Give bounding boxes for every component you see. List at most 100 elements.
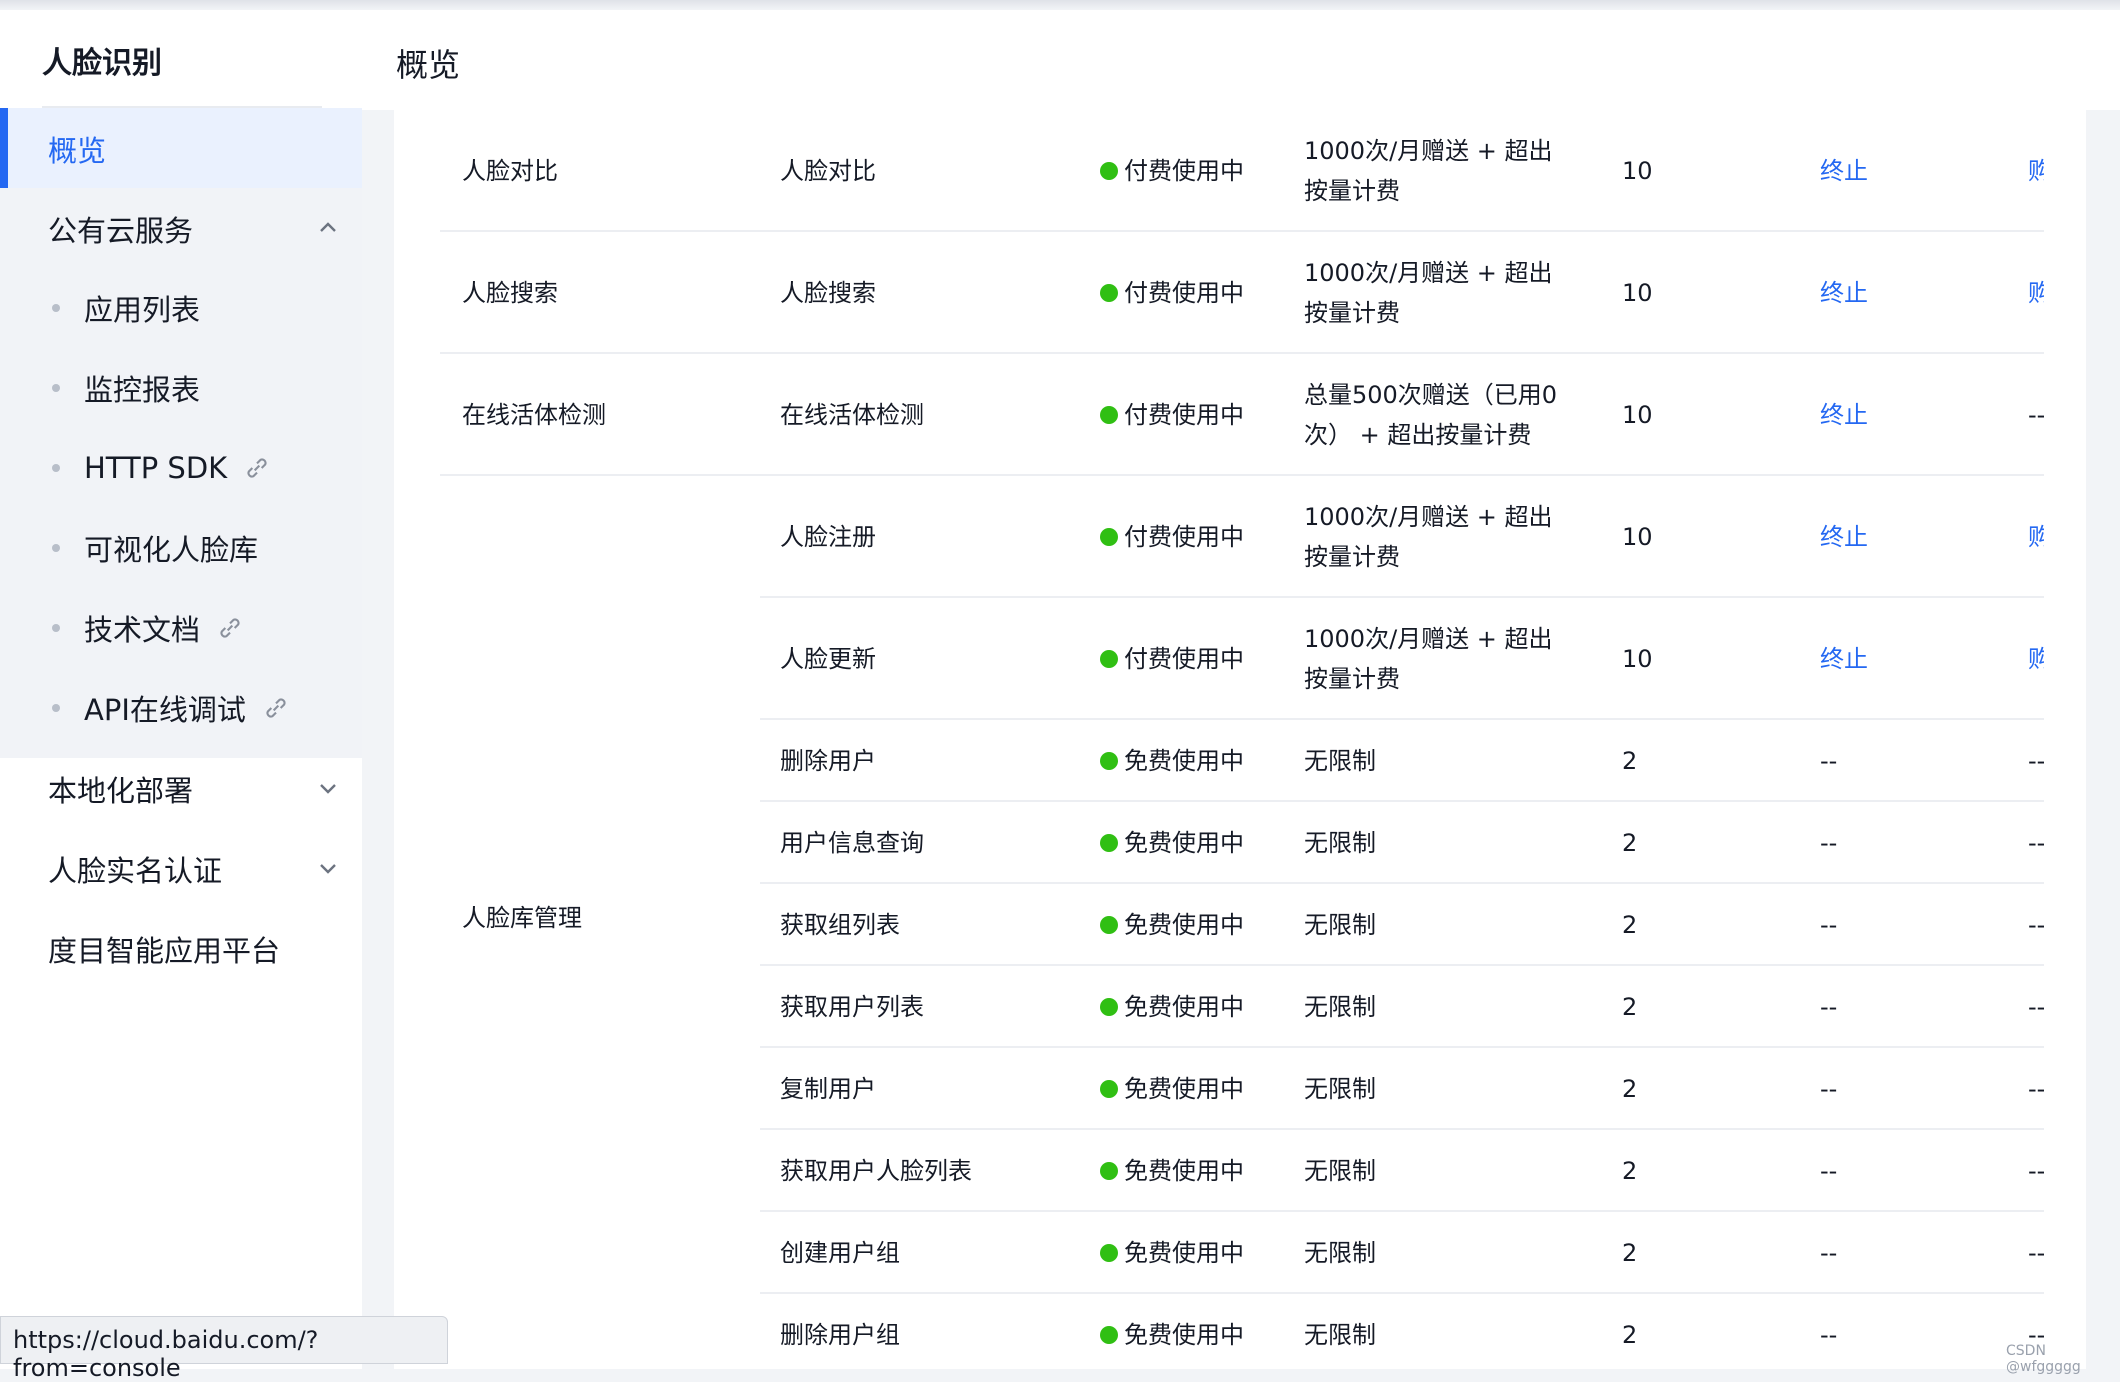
status-badge: 免费使用中 bbox=[1100, 741, 1244, 781]
sidebar-item-overview[interactable]: 概览 bbox=[0, 108, 362, 188]
status-text: 免费使用中 bbox=[1124, 1157, 1244, 1185]
purchase-link[interactable]: 购 bbox=[2028, 639, 2044, 679]
bullet-icon bbox=[52, 304, 60, 312]
status-badge: 付费使用中 bbox=[1100, 395, 1244, 435]
sidebar-item-http-sdk[interactable]: HTTP SDK bbox=[52, 448, 271, 488]
status-dot-icon bbox=[1100, 1326, 1118, 1344]
sidebar-item-label: HTTP SDK bbox=[84, 451, 228, 485]
terminate-link[interactable]: 终止 bbox=[1820, 639, 1868, 679]
cell-category-group: 人脸库管理 bbox=[462, 904, 582, 932]
status-dot-icon bbox=[1100, 162, 1118, 180]
table-row: 删除用户 免费使用中 无限制 2 -- -- bbox=[440, 720, 2044, 802]
status-text: 付费使用中 bbox=[1124, 645, 1244, 673]
cell-action: -- bbox=[1820, 1239, 1838, 1267]
terminate-link[interactable]: 终止 bbox=[1820, 151, 1868, 191]
table-row: 人脸注册 付费使用中 1000次/月赠送 + 超出按量计费 10 终止 购 bbox=[440, 476, 2044, 598]
status-text: 免费使用中 bbox=[1124, 747, 1244, 775]
terminate-link[interactable]: 终止 bbox=[1820, 273, 1868, 313]
table-row: 复制用户 免费使用中 无限制 2 -- -- bbox=[440, 1048, 2044, 1130]
chevron-down-icon[interactable] bbox=[318, 858, 338, 878]
cell-action: -- bbox=[1820, 747, 1838, 775]
sidebar-item-app-list[interactable]: 应用列表 bbox=[52, 288, 200, 328]
cell-action: -- bbox=[1820, 911, 1838, 939]
status-dot-icon bbox=[1100, 752, 1118, 770]
cell-qps: 2 bbox=[1622, 1321, 1638, 1349]
cell-qps: 10 bbox=[1622, 157, 1653, 185]
sidebar-item-visual-face-lib[interactable]: 可视化人脸库 bbox=[52, 528, 258, 568]
status-badge: 免费使用中 bbox=[1100, 987, 1244, 1027]
status-dot-icon bbox=[1100, 1080, 1118, 1098]
sidebar-item-local-deploy[interactable]: 本地化部署 bbox=[48, 768, 193, 810]
cell-quota: 1000次/月赠送 + 超出按量计费 bbox=[1304, 625, 1553, 693]
sidebar-item-monitor-report[interactable]: 监控报表 bbox=[52, 368, 200, 408]
cell-api-name: 用户信息查询 bbox=[780, 829, 924, 857]
cell-action: -- bbox=[1820, 829, 1838, 857]
status-badge: 付费使用中 bbox=[1100, 151, 1244, 191]
status-text: 免费使用中 bbox=[1124, 993, 1244, 1021]
status-text: 付费使用中 bbox=[1124, 523, 1244, 551]
cell-qps: 10 bbox=[1622, 279, 1653, 307]
cell-category: 在线活体检测 bbox=[462, 401, 606, 429]
bullet-icon bbox=[52, 544, 60, 552]
active-indicator bbox=[0, 108, 8, 188]
bullet-icon bbox=[52, 624, 60, 632]
sidebar-item-realname-auth[interactable]: 人脸实名认证 bbox=[48, 848, 222, 890]
chevron-down-icon[interactable] bbox=[318, 778, 338, 798]
status-badge: 免费使用中 bbox=[1100, 1151, 1244, 1191]
status-dot-icon bbox=[1100, 406, 1118, 424]
status-text: 免费使用中 bbox=[1124, 829, 1244, 857]
status-text: 免费使用中 bbox=[1124, 1239, 1244, 1267]
sidebar-item-label: 概览 bbox=[48, 134, 107, 168]
sidebar-item-label: 技术文档 bbox=[84, 613, 201, 647]
sidebar-item-label: API在线调试 bbox=[84, 693, 246, 727]
cell-qps: 2 bbox=[1622, 1239, 1638, 1267]
status-dot-icon bbox=[1100, 650, 1118, 668]
cell-quota: 1000次/月赠送 + 超出按量计费 bbox=[1304, 259, 1553, 327]
cell-category: 人脸搜索 bbox=[462, 279, 558, 307]
terminate-link[interactable]: 终止 bbox=[1820, 395, 1868, 435]
cell-api-name: 复制用户 bbox=[780, 1075, 876, 1103]
cell-purchase: -- bbox=[2028, 747, 2044, 775]
cell-quota: 无限制 bbox=[1304, 911, 1376, 939]
status-badge: 免费使用中 bbox=[1100, 1233, 1244, 1273]
sidebar-title: 人脸识别 bbox=[42, 46, 162, 81]
cell-purchase: -- bbox=[2028, 993, 2044, 1021]
cell-quota: 1000次/月赠送 + 超出按量计费 bbox=[1304, 503, 1553, 571]
cell-api-name: 人脸搜索 bbox=[780, 279, 876, 307]
table-row: 人脸更新 付费使用中 1000次/月赠送 + 超出按量计费 10 终止 购 bbox=[440, 598, 2044, 720]
table-row: 用户信息查询 免费使用中 无限制 2 -- -- bbox=[440, 802, 2044, 884]
sidebar-item-tech-docs[interactable]: 技术文档 bbox=[52, 608, 244, 648]
status-badge: 付费使用中 bbox=[1100, 639, 1244, 679]
sidebar-item-label: 可视化人脸库 bbox=[84, 533, 259, 567]
status-dot-icon bbox=[1100, 1162, 1118, 1180]
cell-purchase: -- bbox=[2028, 911, 2044, 939]
bullet-icon bbox=[52, 464, 60, 472]
purchase-link[interactable]: 购 bbox=[2028, 151, 2044, 191]
cell-api-name: 创建用户组 bbox=[780, 1239, 900, 1267]
sidebar-item-public-cloud[interactable]: 公有云服务 bbox=[48, 208, 193, 250]
chevron-up-icon[interactable] bbox=[318, 218, 338, 238]
status-text: 免费使用中 bbox=[1124, 911, 1244, 939]
cell-api-name: 人脸对比 bbox=[780, 157, 876, 185]
status-badge: 免费使用中 bbox=[1100, 823, 1244, 863]
table-row: 创建用户组 免费使用中 无限制 2 -- -- bbox=[440, 1212, 2044, 1294]
terminate-link[interactable]: 终止 bbox=[1820, 517, 1868, 557]
bullet-icon bbox=[52, 384, 60, 392]
cell-purchase: -- bbox=[2028, 829, 2044, 857]
purchase-link[interactable]: 购 bbox=[2028, 273, 2044, 313]
cell-action: -- bbox=[1820, 1075, 1838, 1103]
sidebar-item-dumu-platform[interactable]: 度目智能应用平台 bbox=[48, 928, 280, 970]
cell-qps: 2 bbox=[1622, 1075, 1638, 1103]
status-badge: 免费使用中 bbox=[1100, 1315, 1244, 1355]
sidebar-item-label: 监控报表 bbox=[84, 373, 201, 407]
cell-purchase: -- bbox=[2028, 1075, 2044, 1103]
purchase-link[interactable]: 购 bbox=[2028, 517, 2044, 557]
cell-api-name: 获取用户人脸列表 bbox=[780, 1157, 972, 1185]
cell-qps: 2 bbox=[1622, 993, 1638, 1021]
cell-api-name: 人脸注册 bbox=[780, 523, 876, 551]
top-shadow bbox=[0, 0, 2120, 10]
table-row: 获取用户列表 免费使用中 无限制 2 -- -- bbox=[440, 966, 2044, 1048]
sidebar: 人脸识别 概览 公有云服务 应用列表 监控报表 HTTP SDK 可视化人脸库 … bbox=[0, 10, 362, 1369]
cell-quota: 无限制 bbox=[1304, 993, 1376, 1021]
sidebar-item-api-debug[interactable]: API在线调试 bbox=[52, 688, 290, 728]
